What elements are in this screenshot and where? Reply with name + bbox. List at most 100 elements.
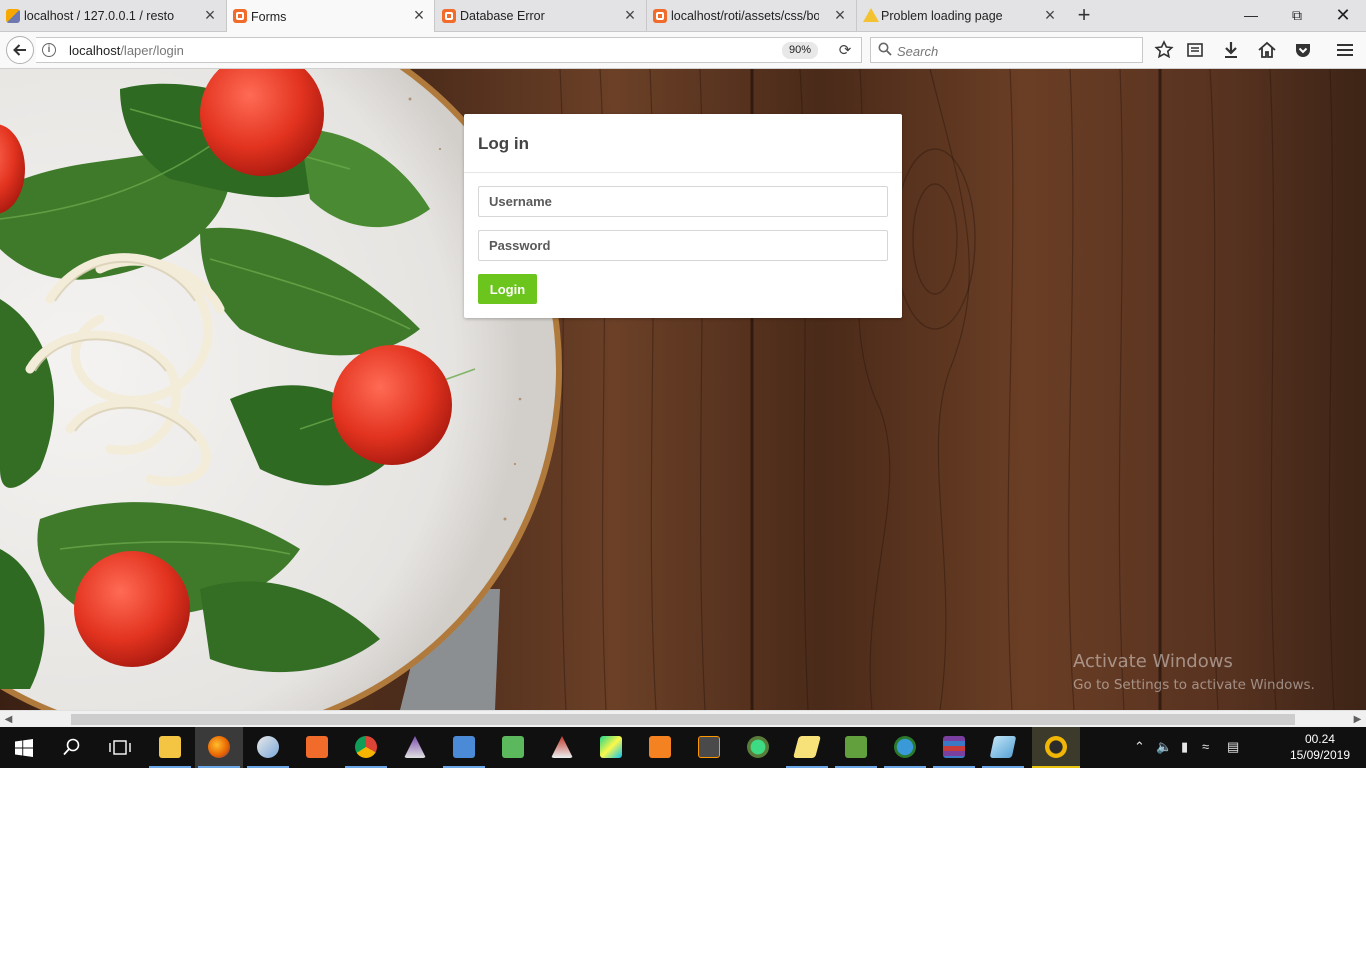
android-studio-icon [747, 736, 769, 758]
url-bar[interactable]: i localhost/laper/login 90% ⟳ [36, 37, 862, 63]
back-button[interactable] [6, 36, 34, 64]
tab-title: localhost/roti/assets/css/bo [671, 9, 819, 23]
close-tab-icon[interactable]: × [1043, 6, 1057, 24]
clock-date: 15/09/2019 [1289, 748, 1350, 762]
paint-icon [257, 736, 279, 758]
pocket-icon[interactable] [1292, 39, 1314, 61]
close-tab-icon[interactable]: × [833, 6, 847, 24]
system-tray: ⌃ 🔈 ▮ ≈ ▤ 00.24 15/09/2019 [1126, 727, 1366, 768]
notifications-icon[interactable]: ▤ [1227, 740, 1239, 754]
tab-css[interactable]: localhost/roti/assets/css/bo × [646, 0, 855, 32]
password-input[interactable] [478, 230, 888, 261]
tab-title: Database Error [460, 9, 545, 23]
network-app-taskbar[interactable] [440, 727, 488, 768]
login-title: Log in [478, 134, 529, 153]
download-manager-taskbar[interactable] [881, 727, 929, 768]
tab-phpmyadmin[interactable]: localhost / 127.0.0.1 / resto / × [0, 0, 225, 32]
close-tab-icon[interactable]: × [412, 6, 426, 24]
firefox-taskbar[interactable] [195, 727, 243, 768]
xampp-taskbar[interactable] [293, 727, 341, 768]
wifi-icon[interactable]: ≈ [1202, 740, 1209, 754]
windows-taskbar: ⌃ 🔈 ▮ ≈ ▤ 00.24 15/09/2019 [0, 727, 1366, 768]
close-tab-icon[interactable]: × [203, 6, 217, 24]
battery-icon[interactable]: ▮ [1181, 740, 1188, 754]
login-button[interactable]: Login [478, 274, 537, 304]
back-arrow-icon [13, 44, 26, 56]
app-taskbar-1[interactable] [391, 727, 439, 768]
windows-logo-icon [15, 739, 33, 757]
glass-icon [989, 736, 1017, 758]
pdf-icon [649, 736, 671, 758]
xampp-icon [233, 9, 247, 23]
pycharm-taskbar[interactable] [587, 727, 635, 768]
tab-title: Forms [251, 9, 287, 24]
minimize-button[interactable]: — [1228, 0, 1274, 30]
app-taskbar-4[interactable] [979, 727, 1027, 768]
file-explorer-taskbar[interactable] [146, 727, 194, 768]
tab-database-error[interactable]: Database Error × [436, 0, 645, 32]
library-icon[interactable] [1184, 39, 1206, 61]
url-path: /laper/login [120, 43, 184, 58]
info-icon[interactable]: i [42, 43, 56, 57]
tab-problem-loading[interactable]: Problem loading page × [856, 0, 1065, 32]
search-placeholder: Search [897, 44, 939, 59]
sublime-taskbar[interactable] [685, 727, 733, 768]
android-studio-taskbar[interactable] [734, 727, 782, 768]
search-icon [63, 738, 80, 756]
phpmyadmin-icon [6, 9, 20, 23]
username-input[interactable] [478, 186, 888, 217]
tab-forms[interactable]: Forms × [226, 0, 435, 33]
winrar-icon [943, 736, 965, 758]
folder-icon [159, 736, 181, 758]
reload-icon[interactable]: ⟳ [836, 42, 854, 60]
winrar-taskbar[interactable] [930, 727, 978, 768]
watermark-title: Activate Windows [1073, 651, 1233, 672]
url-text[interactable]: localhost/laper/login [69, 43, 184, 58]
leaf-icon [502, 736, 524, 758]
chrome-taskbar[interactable] [342, 727, 390, 768]
editor-icon [845, 736, 867, 758]
scrollbar-thumb[interactable] [71, 714, 1295, 725]
close-window-button[interactable]: ✕ [1320, 0, 1366, 30]
pyramid-icon [404, 736, 426, 758]
search-bar[interactable]: Search [870, 37, 1143, 63]
start-button[interactable] [0, 727, 48, 768]
download-icon[interactable] [1220, 39, 1242, 61]
url-host: localhost [69, 43, 121, 58]
screen: localhost / 127.0.0.1 / resto / × Forms … [0, 0, 1366, 956]
clock[interactable]: 00.24 15/09/2019 [1290, 731, 1350, 763]
restore-button[interactable]: ⧉ [1274, 0, 1320, 30]
zoom-indicator[interactable]: 90% [782, 42, 819, 59]
notes-taskbar[interactable] [783, 727, 831, 768]
activate-windows-watermark: Activate Windows Go to Settings to activ… [1073, 651, 1315, 693]
watermark-subtitle: Go to Settings to activate Windows. [1073, 677, 1315, 693]
chevron-up-icon[interactable]: ⌃ [1134, 740, 1145, 754]
login-card: Log in Login [464, 114, 902, 318]
clock-time: 00.24 [1304, 732, 1335, 746]
xampp-icon [306, 736, 328, 758]
paint-taskbar[interactable] [244, 727, 292, 768]
task-view-icon [109, 740, 131, 755]
home-icon[interactable] [1256, 39, 1278, 61]
tab-title: Problem loading page [881, 9, 1003, 23]
bookmark-star-icon[interactable] [1153, 39, 1175, 61]
editor-taskbar[interactable] [832, 727, 880, 768]
app-taskbar-2[interactable] [489, 727, 537, 768]
volume-icon[interactable]: 🔈 [1156, 740, 1172, 754]
search-icon [878, 42, 892, 56]
scroll-left-icon[interactable]: ◀ [0, 712, 17, 727]
vlc-like-taskbar[interactable] [1032, 727, 1080, 768]
tab-strip: localhost / 127.0.0.1 / resto / × Forms … [0, 0, 1366, 33]
menu-icon[interactable] [1334, 39, 1356, 61]
search-taskbar-button[interactable] [48, 727, 96, 768]
task-view-button[interactable] [96, 727, 144, 768]
horizontal-scrollbar[interactable]: ◀ ▶ [0, 710, 1366, 727]
card-divider [464, 172, 902, 173]
close-tab-icon[interactable]: × [623, 6, 637, 24]
firefox-icon [208, 736, 230, 758]
new-tab-button[interactable]: + [1073, 4, 1095, 26]
pdf-app-taskbar[interactable] [636, 727, 684, 768]
scroll-right-icon[interactable]: ▶ [1349, 712, 1366, 727]
app-taskbar-3[interactable] [538, 727, 586, 768]
xampp-icon [653, 9, 667, 23]
